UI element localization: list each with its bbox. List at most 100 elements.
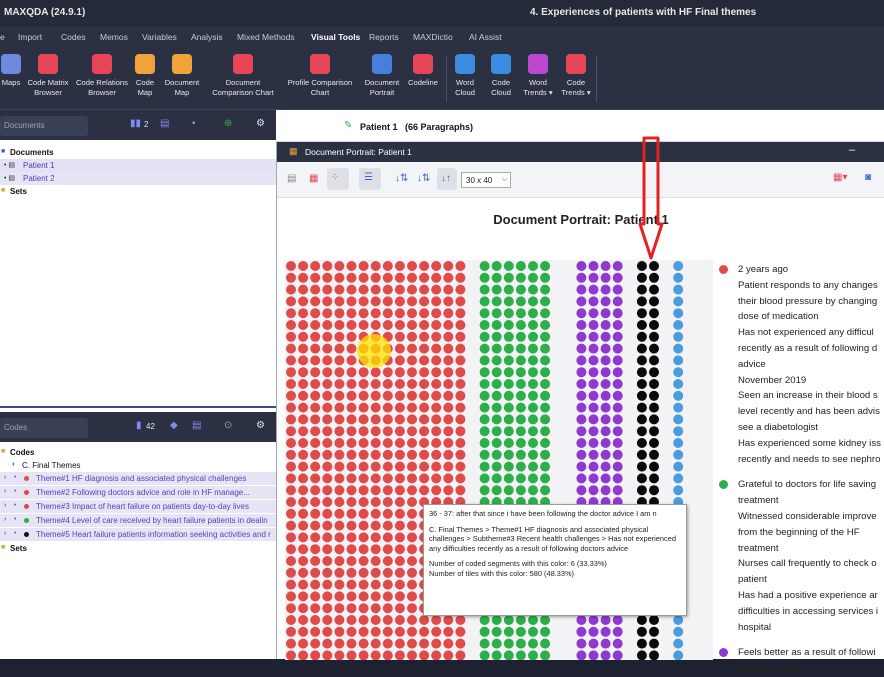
- document-comparison-button[interactable]: Document Comparison Chart: [208, 54, 278, 98]
- portrait-tile[interactable]: [407, 390, 417, 401]
- portrait-tile[interactable]: [540, 284, 551, 295]
- menu-item-mixed-methods[interactable]: Mixed Methods: [237, 32, 295, 42]
- portrait-tile[interactable]: [407, 261, 417, 271]
- portrait-tile[interactable]: [370, 591, 381, 602]
- portrait-tile[interactable]: [540, 390, 551, 401]
- portrait-tile[interactable]: [443, 343, 454, 354]
- portrait-tile[interactable]: [286, 320, 296, 330]
- portrait-tile[interactable]: [394, 497, 405, 507]
- portrait-tile[interactable]: [286, 284, 296, 295]
- portrait-tile[interactable]: [322, 320, 333, 330]
- portrait-tile[interactable]: [286, 355, 296, 366]
- portrait-tile[interactable]: [612, 461, 623, 472]
- portrait-tile[interactable]: [673, 331, 684, 342]
- portrait-tile[interactable]: [612, 414, 623, 425]
- portrait-tile[interactable]: [600, 296, 611, 307]
- portrait-tile[interactable]: [673, 414, 684, 425]
- portrait-tile[interactable]: [419, 414, 430, 425]
- portrait-tile[interactable]: [310, 532, 321, 543]
- portrait-tile[interactable]: [298, 320, 309, 330]
- portrait-tile[interactable]: [503, 638, 514, 649]
- portrait-tile[interactable]: [346, 355, 357, 366]
- portrait-tile[interactable]: [310, 497, 321, 507]
- portrait-tile[interactable]: [394, 308, 405, 319]
- portrait-tile[interactable]: [431, 449, 442, 460]
- portrait-tile[interactable]: [394, 426, 405, 437]
- portrait-tile[interactable]: [310, 343, 321, 354]
- portrait-tile[interactable]: [407, 272, 417, 283]
- portrait-tile[interactable]: [528, 461, 538, 472]
- portrait-tile[interactable]: [346, 626, 357, 637]
- color-palette-icon[interactable]: ▦▾: [833, 172, 847, 183]
- portrait-tile[interactable]: [588, 473, 599, 484]
- portrait-tile[interactable]: [479, 355, 490, 366]
- portrait-tile[interactable]: [286, 626, 296, 637]
- portrait-tile[interactable]: [322, 308, 333, 319]
- portrait-tile[interactable]: [286, 461, 296, 472]
- portrait-tile[interactable]: [479, 343, 490, 354]
- portrait-tile[interactable]: [394, 485, 405, 496]
- portrait-tile[interactable]: [636, 367, 647, 378]
- portrait-tile[interactable]: [431, 308, 442, 319]
- portrait-tile[interactable]: [382, 261, 393, 271]
- portrait-tile[interactable]: [286, 544, 296, 555]
- portrait-tile[interactable]: [310, 449, 321, 460]
- portrait-tile[interactable]: [612, 390, 623, 401]
- portrait-tile[interactable]: [346, 508, 357, 519]
- portrait-tile[interactable]: [576, 449, 587, 460]
- portrait-tile[interactable]: [346, 402, 357, 413]
- portrait-tile[interactable]: [370, 449, 381, 460]
- expand-chevron-icon[interactable]: ›: [4, 530, 6, 537]
- portrait-tile[interactable]: [515, 473, 526, 484]
- portrait-tile[interactable]: [431, 367, 442, 378]
- portrait-tile[interactable]: [491, 402, 502, 413]
- portrait-tile[interactable]: [528, 626, 538, 637]
- portrait-tile[interactable]: [394, 615, 405, 625]
- portrait-tile[interactable]: [310, 579, 321, 590]
- portrait-tile[interactable]: [636, 414, 647, 425]
- portrait-tile[interactable]: [419, 615, 430, 625]
- maps-button[interactable]: Maps: [0, 54, 22, 88]
- portrait-tile[interactable]: [382, 485, 393, 496]
- portrait-tile[interactable]: [370, 520, 381, 531]
- portrait-tile[interactable]: [491, 261, 502, 271]
- portrait-tile[interactable]: [515, 485, 526, 496]
- portrait-tile[interactable]: [334, 520, 345, 531]
- portrait-tile[interactable]: [370, 426, 381, 437]
- portrait-tile[interactable]: [394, 284, 405, 295]
- portrait-tile[interactable]: [419, 390, 430, 401]
- portrait-tile[interactable]: [600, 414, 611, 425]
- portrait-tile[interactable]: [407, 532, 417, 543]
- portrait-tile[interactable]: [431, 461, 442, 472]
- portrait-tile[interactable]: [322, 603, 333, 614]
- portrait-tile[interactable]: [286, 343, 296, 354]
- portrait-tile[interactable]: [576, 638, 587, 649]
- portrait-tile[interactable]: [394, 638, 405, 649]
- portrait-tile[interactable]: [298, 296, 309, 307]
- portrait-tile[interactable]: [346, 591, 357, 602]
- portrait-tile[interactable]: [310, 544, 321, 555]
- portrait-tile[interactable]: [298, 638, 309, 649]
- portrait-tile[interactable]: [612, 272, 623, 283]
- portrait-tile[interactable]: [334, 272, 345, 283]
- portrait-tile[interactable]: [286, 497, 296, 507]
- portrait-tile[interactable]: [322, 367, 333, 378]
- portrait-tile[interactable]: [612, 426, 623, 437]
- portrait-tile[interactable]: [636, 638, 647, 649]
- portrait-tile[interactable]: [600, 390, 611, 401]
- portrait-tile[interactable]: [636, 438, 647, 448]
- portrait-tile[interactable]: [419, 626, 430, 637]
- portrait-tile[interactable]: [673, 355, 684, 366]
- expand-chevron-icon[interactable]: ›: [4, 474, 6, 481]
- portrait-tile[interactable]: [600, 367, 611, 378]
- portrait-tile[interactable]: [394, 449, 405, 460]
- portrait-tile[interactable]: [443, 414, 454, 425]
- document-item-patient-1[interactable]: • ▤ Patient 1: [0, 159, 276, 172]
- portrait-tile[interactable]: [491, 461, 502, 472]
- portrait-tile[interactable]: [419, 461, 430, 472]
- portrait-tile[interactable]: [310, 320, 321, 330]
- portrait-tile[interactable]: [491, 308, 502, 319]
- edit-icon[interactable]: ✎: [344, 120, 352, 131]
- portrait-tile[interactable]: [528, 426, 538, 437]
- portrait-tile[interactable]: [515, 355, 526, 366]
